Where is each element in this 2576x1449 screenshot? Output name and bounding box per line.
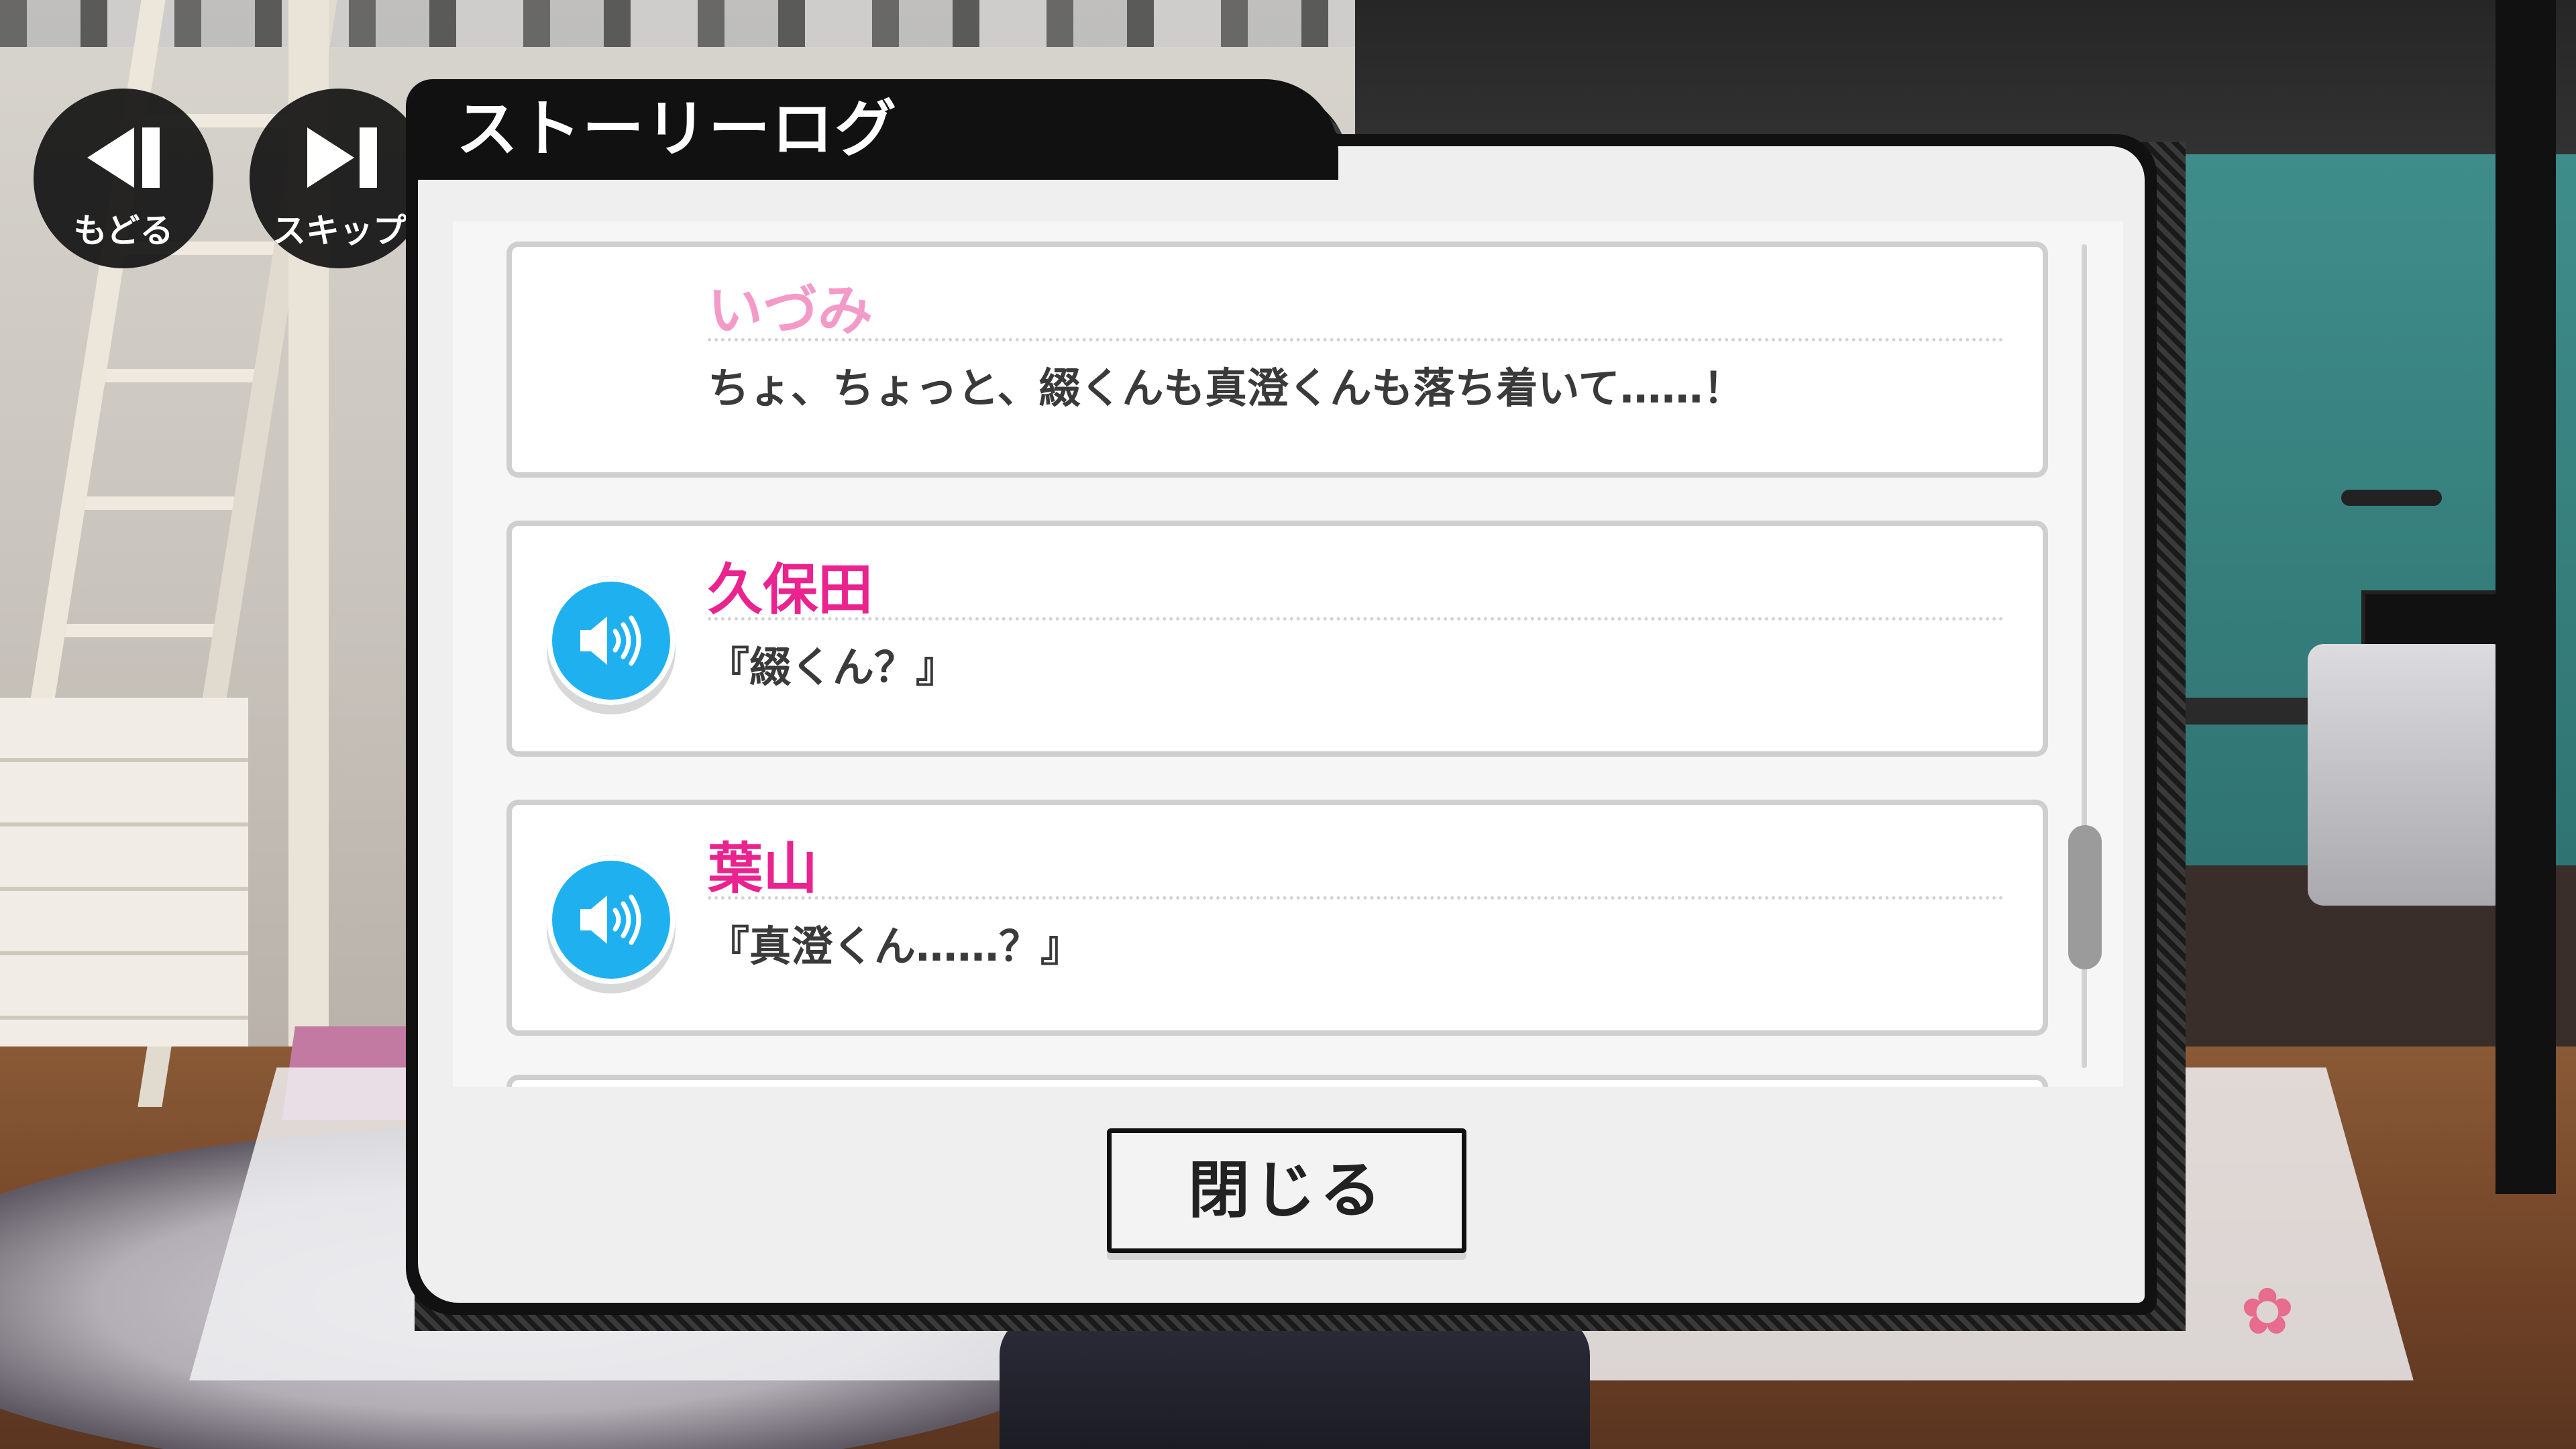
back-button[interactable]: もどる: [34, 89, 213, 268]
back-label: もどる: [73, 211, 174, 250]
entry-divider: [708, 896, 2004, 900]
log-entry: いづみ ちょ、ちょっと、綴くんも真澄くんも落ち着いて……！: [506, 241, 2048, 478]
flower-icon: ✿: [2240, 1274, 2295, 1349]
voice-replay-button[interactable]: [547, 576, 676, 705]
background-dark-post: [2496, 0, 2556, 1194]
entry-divider: [708, 338, 2004, 341]
scrollbar-thumb[interactable]: [2068, 825, 2102, 969]
close-button[interactable]: 閉じる: [1107, 1128, 1466, 1253]
log-entry: 久保田 『綴くん？』: [506, 521, 2048, 757]
story-screen: ✿ もどる スキップ ストーリーログ いづみ ちょ、ちょっと、綴くんも真澄くんも…: [0, 0, 2576, 1449]
speaker-name: 久保田: [708, 558, 873, 622]
entry-divider: [708, 617, 2004, 621]
voice-replay-button[interactable]: [547, 855, 676, 984]
speaker-icon: [580, 615, 641, 666]
background-character: [1000, 1315, 1590, 1449]
dialogue-text: 『真澄くん……？』: [708, 922, 1083, 971]
skip-forward-icon: [307, 127, 377, 188]
background-lamp: [2341, 490, 2442, 506]
speaker-icon: [580, 894, 641, 945]
log-entry: 葉山 『真澄くん……？』: [506, 800, 2048, 1036]
speaker-name: いづみ: [708, 279, 873, 343]
dialog-title: ストーリーログ: [456, 93, 898, 165]
dialogue-text: 『綴くん？』: [708, 643, 958, 692]
log-list[interactable]: いづみ ちょ、ちょっと、綴くんも真澄くんも落ち着いて……！ 久保田 『綴くん？』…: [453, 221, 2123, 1087]
background-drawers: [0, 698, 248, 1046]
speaker-name: 葉山: [708, 837, 818, 901]
skip-button[interactable]: スキップ: [250, 89, 429, 268]
rewind-icon: [87, 127, 160, 188]
dialogue-text: ちょ、ちょっと、綴くんも真澄くんも落ち着いて……！: [708, 364, 1745, 413]
background-chair: [2308, 644, 2509, 906]
log-entry-partial: [506, 1075, 2048, 1087]
skip-label: スキップ: [272, 211, 407, 250]
